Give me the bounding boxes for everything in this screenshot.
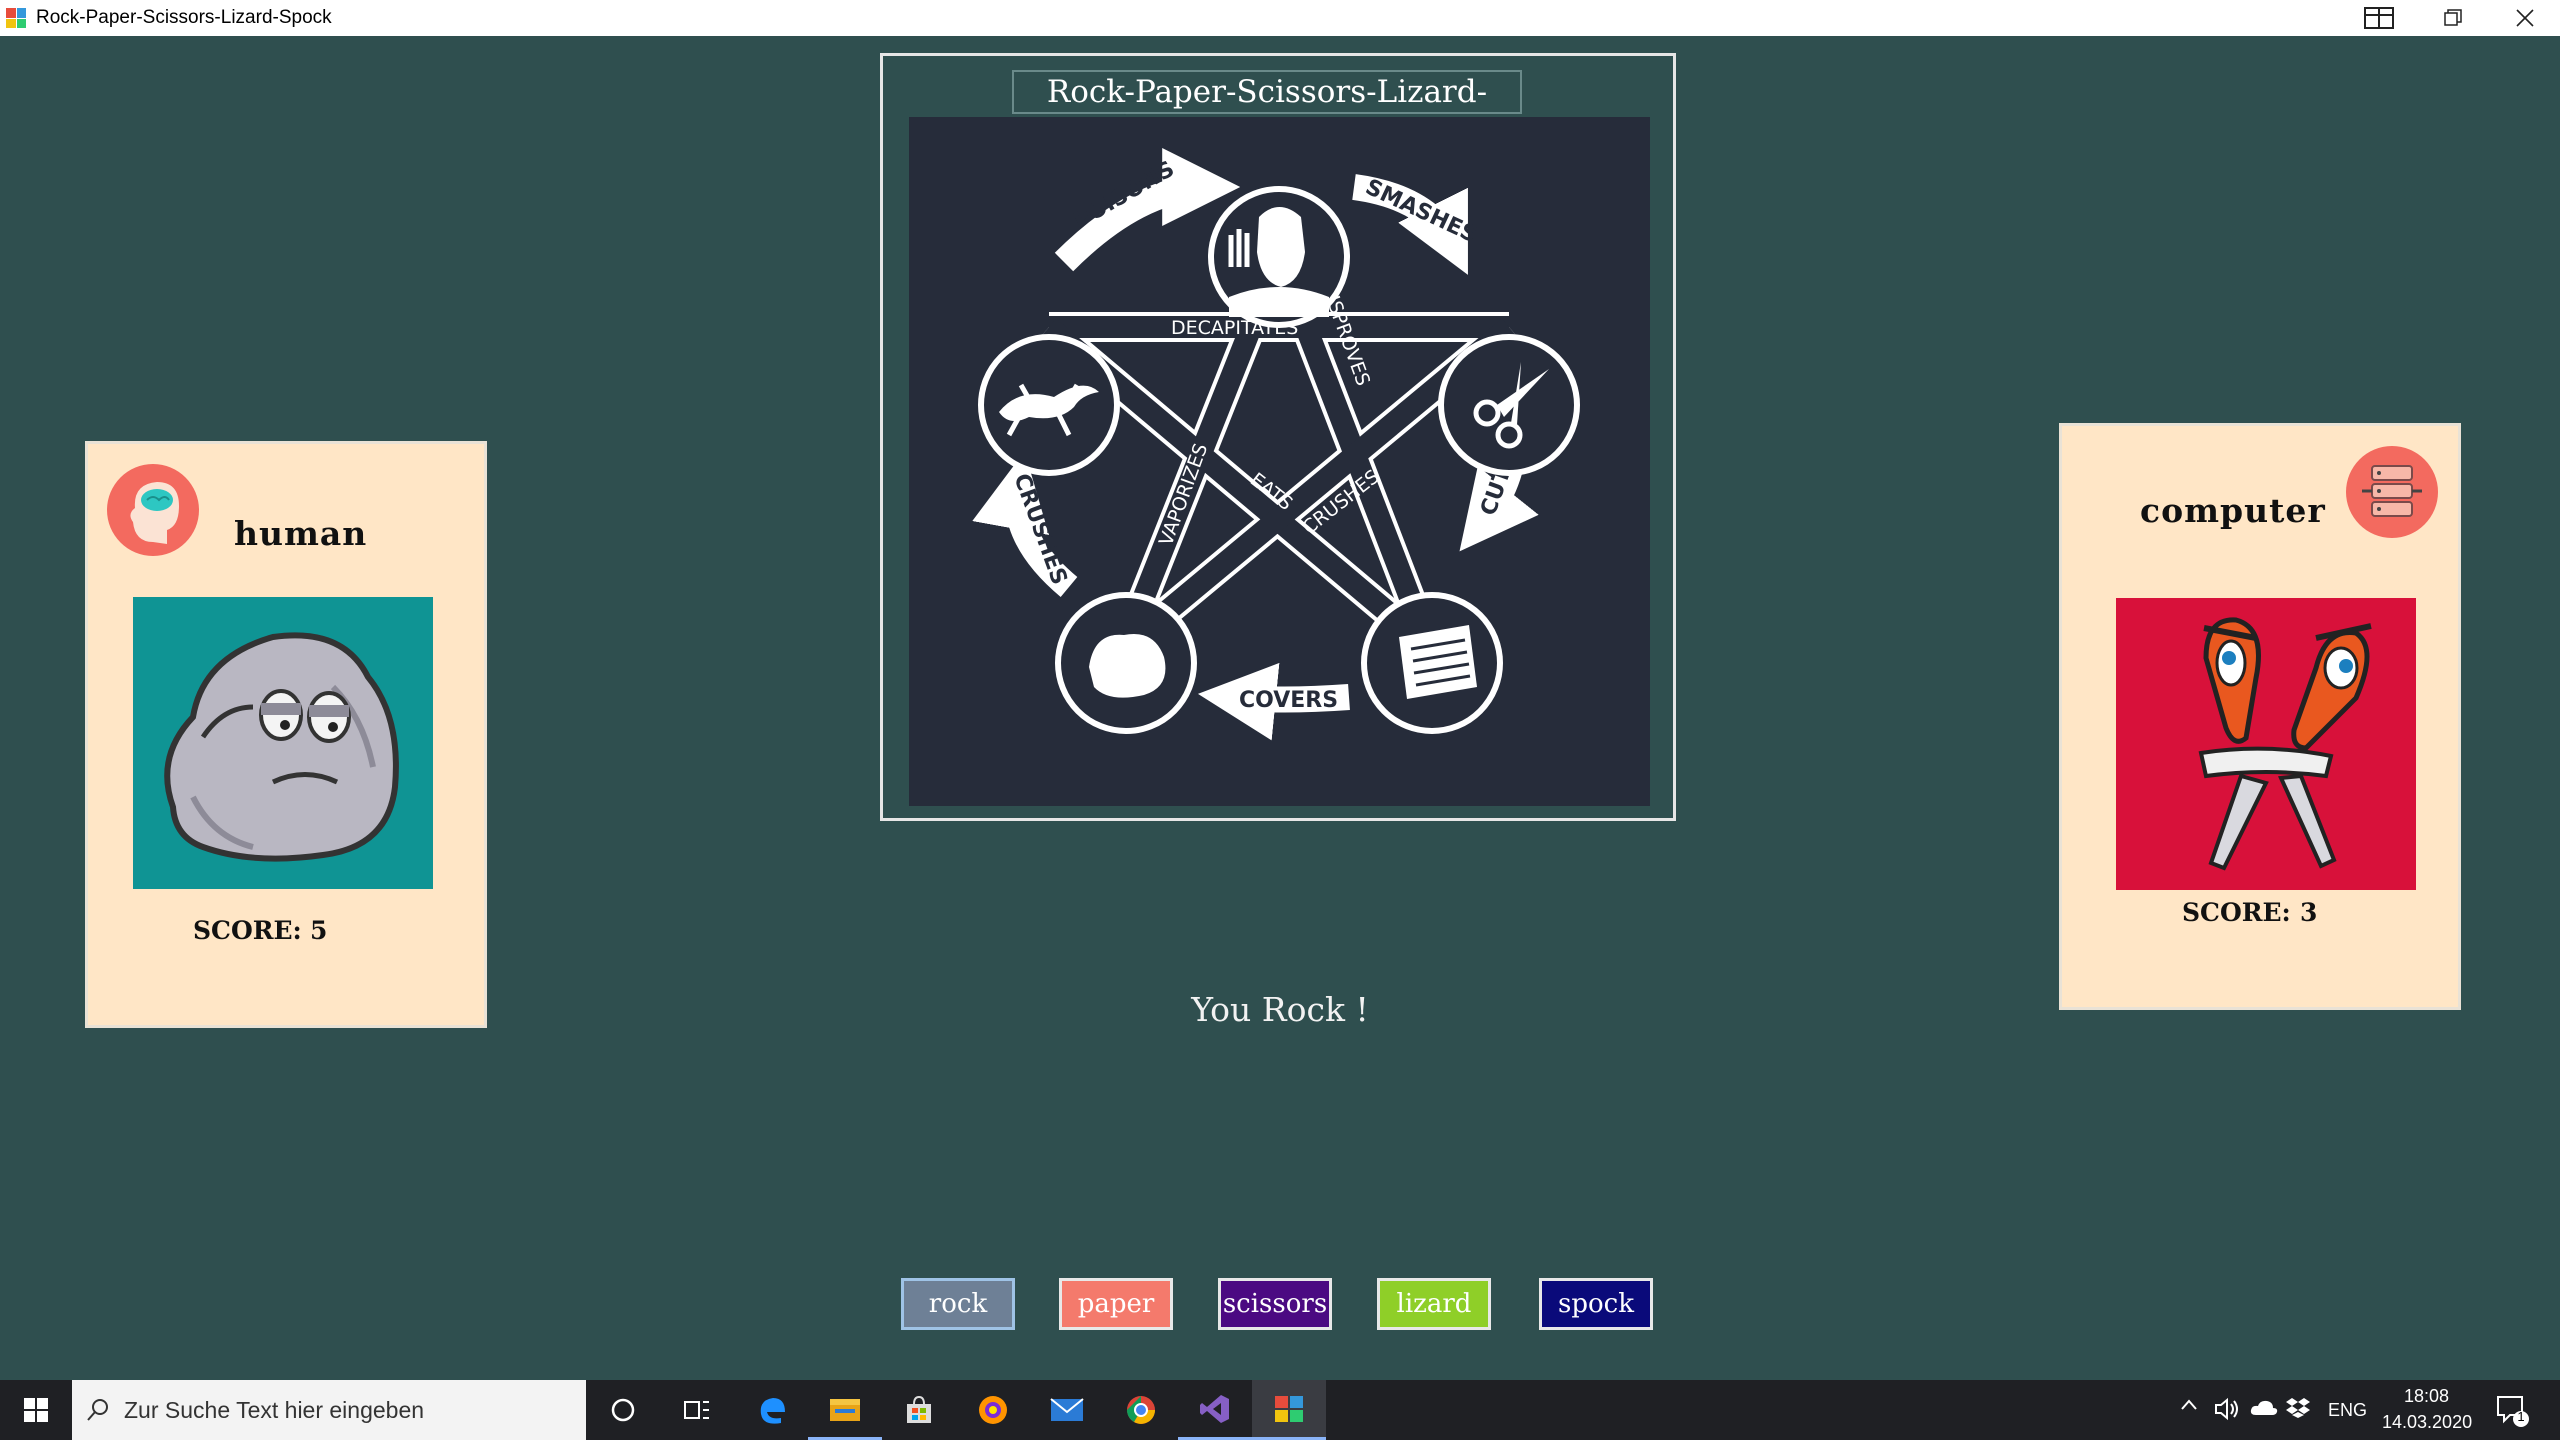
visual-studio-icon[interactable]: [1178, 1380, 1252, 1440]
rules-diagram: POISONS SMASHES CUTS COVERS CRUSHES DECA…: [909, 117, 1650, 806]
notification-count: 1: [2517, 1409, 2525, 1424]
lizard-button[interactable]: lizard: [1377, 1278, 1491, 1330]
human-name: human: [234, 514, 368, 553]
taskbar: Zur Suche Text hier eingeben ENG 18:08 1…: [0, 1380, 2560, 1440]
computer-card: computer SCORE: 3: [2059, 423, 2461, 1010]
rpsls-app-icon[interactable]: [1252, 1380, 1326, 1440]
clock-time[interactable]: 18:08: [2404, 1386, 2449, 1407]
file-explorer-icon[interactable]: [808, 1380, 882, 1440]
search-icon: [86, 1398, 110, 1422]
taskbar-search-box[interactable]: Zur Suche Text hier eingeben: [72, 1380, 586, 1440]
human-score-value: 5: [310, 916, 328, 945]
server-icon: [2346, 446, 2438, 538]
app-icon: [6, 8, 26, 28]
rock-icon: [1089, 633, 1166, 698]
paper-icon: [1399, 625, 1477, 699]
window-title: Rock-Paper-Scissors-Lizard-Spock: [36, 7, 332, 28]
computer-pick-image: [2116, 598, 2416, 890]
store-icon[interactable]: [882, 1380, 956, 1440]
cortana-icon[interactable]: [586, 1380, 660, 1440]
mail-icon[interactable]: [1030, 1380, 1104, 1440]
human-score-label: SCORE:: [193, 916, 302, 945]
task-view-icon[interactable]: [660, 1380, 734, 1440]
tablet-mode-icon[interactable]: [2344, 0, 2414, 36]
scissors-button[interactable]: scissors: [1218, 1278, 1332, 1330]
brain-head-icon: [107, 464, 199, 556]
clock-date[interactable]: 14.03.2020: [2382, 1412, 2472, 1433]
computer-score-value: 3: [2300, 898, 2318, 927]
verb-smashes: SMASHES: [1361, 175, 1480, 248]
close-icon[interactable]: [2490, 0, 2560, 36]
firefox-icon[interactable]: [956, 1380, 1030, 1440]
rock-button[interactable]: rock: [901, 1278, 1015, 1330]
dropbox-icon[interactable]: [2286, 1397, 2310, 1424]
human-pick-image: [133, 597, 433, 889]
language-indicator[interactable]: ENG: [2328, 1400, 2367, 1421]
volume-icon[interactable]: [2214, 1397, 2240, 1426]
title-bar: Rock-Paper-Scissors-Lizard-Spock: [0, 0, 2560, 36]
onedrive-icon[interactable]: [2250, 1399, 2278, 1422]
edge-icon[interactable]: [734, 1380, 808, 1440]
rock-character-icon: [164, 632, 399, 862]
windows-start-icon[interactable]: [0, 1380, 72, 1440]
logo-title: Rock-Paper-Scissors-Lizard-Spock: [1012, 70, 1522, 150]
verb-covers: COVERS: [1239, 688, 1338, 713]
computer-score-label: SCORE:: [2182, 898, 2291, 927]
human-card: human SCORE: 5: [85, 441, 487, 1028]
scissors-character-icon: [2198, 617, 2372, 871]
result-message: You Rock !: [1191, 990, 1369, 1029]
search-placeholder: Zur Suche Text hier eingeben: [124, 1396, 425, 1423]
tray-chevron-up-icon[interactable]: [2180, 1398, 2198, 1417]
computer-name: computer: [2140, 491, 2326, 530]
spock-button[interactable]: spock: [1539, 1278, 1653, 1330]
restore-icon[interactable]: [2418, 0, 2488, 36]
paper-button[interactable]: paper: [1059, 1278, 1173, 1330]
chrome-icon[interactable]: [1104, 1380, 1178, 1440]
